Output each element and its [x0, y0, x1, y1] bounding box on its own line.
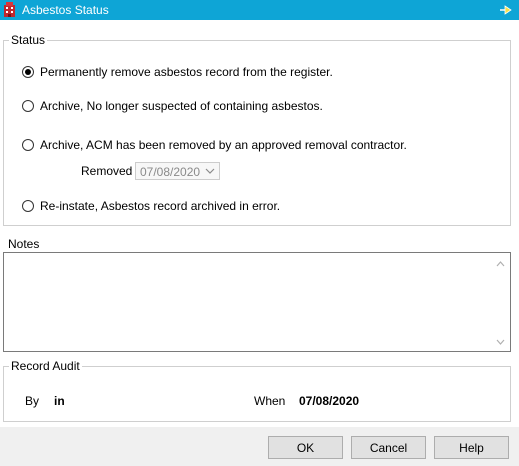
notes-textarea[interactable]	[3, 252, 511, 352]
when-value: 07/08/2020	[299, 394, 360, 408]
when-label: When	[254, 394, 286, 408]
radio-button[interactable]	[22, 200, 34, 212]
radio-option-archive-not-suspected[interactable]: Archive, No longer suspected of containi…	[22, 98, 323, 114]
help-button[interactable]: Help	[434, 436, 509, 459]
cancel-button[interactable]: Cancel	[351, 436, 426, 459]
removed-date-value: 07/08/2020	[140, 165, 201, 179]
chevron-down-icon[interactable]	[205, 167, 215, 175]
removed-label: Removed	[81, 164, 133, 178]
radio-label: Re-instate, Asbestos record archived in …	[40, 199, 281, 213]
radio-option-remove[interactable]: Permanently remove asbestos record from …	[22, 64, 333, 80]
radio-button[interactable]	[22, 139, 34, 151]
radio-label: Archive, ACM has been removed by an appr…	[40, 138, 407, 152]
radio-label: Archive, No longer suspected of containi…	[40, 99, 323, 113]
building-icon	[4, 2, 15, 17]
radio-label: Permanently remove asbestos record from …	[40, 65, 333, 79]
notes-label: Notes	[8, 237, 40, 251]
window-title: Asbestos Status	[22, 3, 109, 17]
by-label: By	[25, 394, 40, 408]
by-value: in	[54, 394, 65, 408]
radio-button[interactable]	[22, 100, 34, 112]
removed-date-picker[interactable]: 07/08/2020	[135, 162, 220, 180]
title-bar: Asbestos Status	[0, 0, 519, 20]
radio-option-archive-removed[interactable]: Archive, ACM has been removed by an appr…	[22, 137, 407, 153]
radio-button[interactable]	[22, 66, 34, 78]
pin-icon[interactable]	[499, 3, 513, 17]
ok-button[interactable]: OK	[268, 436, 343, 459]
status-legend: Status	[9, 33, 48, 47]
record-audit-legend: Record Audit	[9, 359, 82, 373]
scroll-down-icon[interactable]	[496, 339, 505, 345]
radio-option-reinstate[interactable]: Re-instate, Asbestos record archived in …	[22, 198, 280, 214]
scroll-up-icon[interactable]	[496, 261, 505, 267]
